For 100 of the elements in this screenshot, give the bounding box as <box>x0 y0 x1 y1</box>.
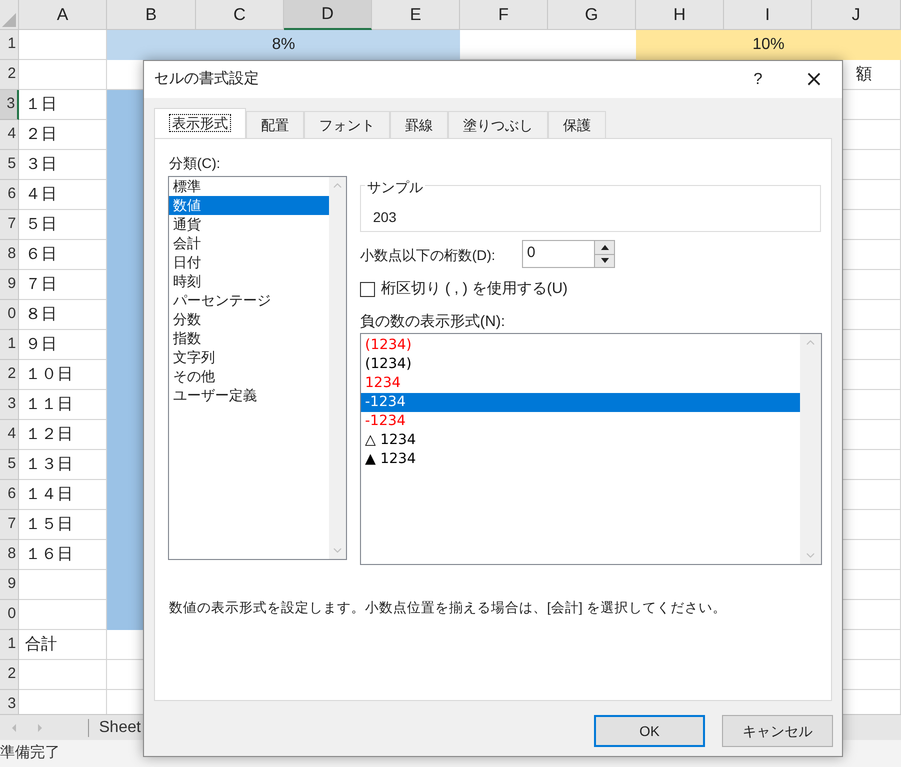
row-header[interactable]: 1 <box>0 330 19 360</box>
cell-text: １２日 <box>25 424 73 444</box>
checkbox[interactable] <box>360 282 375 297</box>
scroll-right-icon[interactable] <box>36 722 44 732</box>
list-item[interactable]: 1234 <box>361 374 800 393</box>
help-button[interactable]: ? <box>738 68 778 92</box>
row-header[interactable]: 2 <box>0 60 19 90</box>
tab[interactable]: 表示形式 <box>154 108 246 139</box>
cell-text: ９日 <box>25 334 57 354</box>
column-header[interactable]: G <box>548 0 636 30</box>
scrollbar[interactable] <box>329 177 346 559</box>
status-text: 準備完了 <box>0 743 60 764</box>
list-item[interactable]: その他 <box>169 367 329 386</box>
list-item[interactable]: -1234 <box>361 393 800 412</box>
decrement-icon[interactable] <box>600 258 608 264</box>
row-header[interactable]: 1 <box>0 30 19 60</box>
row-header[interactable]: 4 <box>0 120 19 150</box>
cell-text: １３日 <box>25 454 73 474</box>
row-header[interactable]: 6 <box>0 480 19 510</box>
row-header[interactable]: 7 <box>0 510 19 540</box>
row-header[interactable]: 1 <box>0 630 19 660</box>
cell-text: １５日 <box>25 514 73 534</box>
column-header[interactable]: A <box>19 0 107 30</box>
close-button[interactable]: × <box>794 63 834 96</box>
row-header[interactable]: 5 <box>0 450 19 480</box>
column-header[interactable]: C <box>196 0 284 30</box>
list-item[interactable]: 標準 <box>169 177 329 196</box>
list-item[interactable]: 指数 <box>169 329 329 348</box>
cell-text: 合計 <box>25 634 57 654</box>
checkbox-label: 桁区切り ( , ) を使用する(U) <box>381 279 568 299</box>
spinner-value: 0 <box>526 243 536 263</box>
list-item[interactable]: ▲ 1234 <box>361 450 800 469</box>
cell-text: ６日 <box>25 244 57 264</box>
tab[interactable]: 罫線 <box>390 111 448 138</box>
list-item[interactable]: 時刻 <box>169 272 329 291</box>
list-item[interactable]: (1234) <box>361 355 800 374</box>
list-item[interactable]: △ 1234 <box>361 431 800 450</box>
merged-cell: 8% <box>107 30 460 60</box>
decimals-label: 小数点以下の桁数(D): <box>360 246 496 265</box>
cancel-button[interactable]: キャンセル <box>722 715 833 747</box>
cell-text: 額 <box>856 64 872 84</box>
row-header[interactable]: 3 <box>0 90 19 120</box>
list-item[interactable]: 文字列 <box>169 348 329 367</box>
list-item[interactable]: ユーザー定義 <box>169 386 329 405</box>
negative-format-label: 負の数の表示形式(N): <box>360 312 505 332</box>
column-header[interactable]: F <box>460 0 548 30</box>
decimals-spinner[interactable]: 0 <box>522 240 615 268</box>
cell-text: ４日 <box>25 184 57 204</box>
row-header[interactable]: 9 <box>0 570 19 600</box>
list-item[interactable]: (1234) <box>361 336 800 355</box>
sheet-tab[interactable]: Sheet <box>99 716 141 740</box>
scroll-left-icon[interactable] <box>10 722 18 732</box>
list-item[interactable]: 通貨 <box>169 215 329 234</box>
column-header[interactable]: E <box>372 0 460 30</box>
column-header[interactable]: D <box>284 0 372 30</box>
cell-text: ５日 <box>25 214 57 234</box>
row-header[interactable]: 2 <box>0 660 19 690</box>
column-header[interactable]: I <box>724 0 812 30</box>
tab[interactable]: フォント <box>304 111 390 138</box>
column-header[interactable]: H <box>636 0 724 30</box>
row-header[interactable]: 0 <box>0 600 19 630</box>
row-header[interactable]: 8 <box>0 540 19 570</box>
row-header[interactable]: 8 <box>0 240 19 270</box>
tab[interactable]: 配置 <box>246 111 304 138</box>
row-header[interactable]: 6 <box>0 180 19 210</box>
tab[interactable]: 塗りつぶし <box>448 111 548 138</box>
row-header[interactable]: 7 <box>0 210 19 240</box>
cell-text: ２日 <box>25 124 57 144</box>
category-label: 分類(C): <box>169 154 220 173</box>
ok-button[interactable]: OK <box>594 715 705 747</box>
list-item[interactable]: -1234 <box>361 412 800 431</box>
sample-value: 203 <box>373 208 396 227</box>
row-header[interactable]: 3 <box>0 390 19 420</box>
list-item[interactable]: 数値 <box>169 196 329 215</box>
row-header[interactable]: 4 <box>0 420 19 450</box>
cell-text: １日 <box>25 94 57 114</box>
window-title: セルの書式設定 <box>154 69 260 90</box>
list-item[interactable]: 分数 <box>169 310 329 329</box>
row-header[interactable]: 5 <box>0 150 19 180</box>
column-header[interactable]: B <box>107 0 196 30</box>
row-header[interactable]: 0 <box>0 300 19 330</box>
list-item[interactable]: パーセンテージ <box>169 291 329 310</box>
row-header[interactable]: 2 <box>0 360 19 390</box>
cell-text: ３日 <box>25 154 57 174</box>
row-header[interactable]: 3 <box>0 690 19 714</box>
column-header[interactable]: J <box>812 0 901 30</box>
scrollbar[interactable] <box>800 334 821 564</box>
cell-text: １４日 <box>25 484 73 504</box>
list-item[interactable]: 日付 <box>169 253 329 272</box>
increment-icon[interactable] <box>600 244 608 250</box>
row-header[interactable]: 9 <box>0 270 19 300</box>
list-item[interactable]: 会計 <box>169 234 329 253</box>
select-all-icon[interactable] <box>2 13 16 27</box>
description-text: 数値の表示形式を設定します。小数点位置を揃える場合は、[会計] を選択してください。 <box>169 599 726 617</box>
cell-text: １１日 <box>25 394 73 414</box>
tab[interactable]: 保護 <box>548 111 606 138</box>
merged-cell: 10% <box>636 30 901 60</box>
cell-text: ８日 <box>25 304 57 324</box>
cell-text: ７日 <box>25 274 57 294</box>
cell-text: １６日 <box>25 544 73 564</box>
